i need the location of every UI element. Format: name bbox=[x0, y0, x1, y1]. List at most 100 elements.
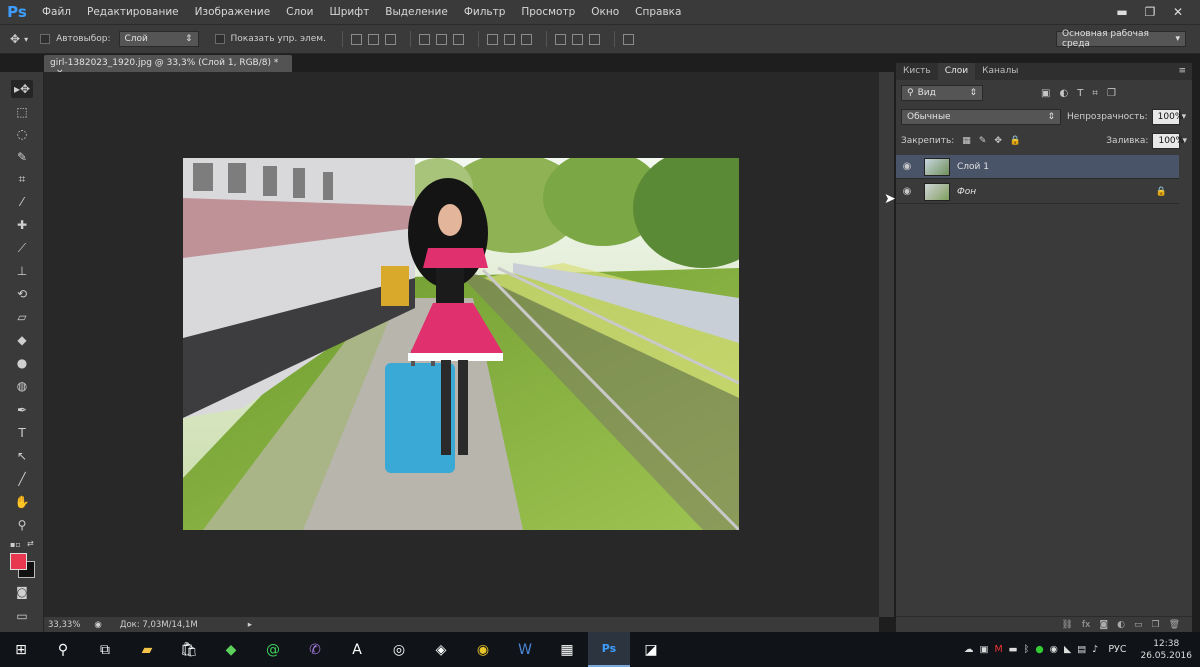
link-icon[interactable]: ⛓ bbox=[1061, 620, 1072, 630]
autoselect-select[interactable]: Слой ⇕ bbox=[118, 31, 199, 47]
network-icon[interactable]: ◣ bbox=[1064, 644, 1071, 655]
move-tool-icon[interactable]: ▸✥ bbox=[11, 80, 33, 98]
workspace-select[interactable]: Основная рабочая среда ▾ bbox=[1056, 29, 1186, 49]
marquee-tool-icon[interactable]: ⬚ bbox=[11, 103, 33, 121]
distribute-vcenter-icon[interactable] bbox=[503, 33, 515, 45]
default-colors-icon[interactable]: ▪▫ bbox=[10, 540, 21, 549]
eyedropper-tool-icon[interactable]: ⁄ bbox=[11, 193, 33, 211]
status-menu-arrow-icon[interactable]: ▸ bbox=[248, 620, 252, 630]
at-mail-icon[interactable]: @ bbox=[252, 632, 294, 667]
volume-icon[interactable]: ♪ bbox=[1092, 644, 1098, 655]
layer-row-layer1[interactable]: ◉ Слой 1 bbox=[896, 155, 1179, 179]
lock-transparent-icon[interactable]: ▦ bbox=[962, 136, 971, 146]
show-controls-checkbox[interactable] bbox=[214, 34, 225, 44]
layer-row-background[interactable]: ◉ Фон 🔒 bbox=[896, 180, 1179, 204]
chrome-icon[interactable]: ◉ bbox=[462, 632, 504, 667]
distribute-hcenter-icon[interactable] bbox=[571, 33, 583, 45]
align-right-icon[interactable] bbox=[452, 33, 464, 45]
quick-select-tool-icon[interactable]: ✎ bbox=[11, 148, 33, 166]
swap-colors-icon[interactable]: ⇄ bbox=[27, 539, 34, 548]
autoselect-checkbox[interactable] bbox=[40, 34, 51, 44]
layer-name[interactable]: Слой 1 bbox=[957, 162, 989, 172]
menu-image[interactable]: Изображение bbox=[187, 0, 279, 24]
hand-tool-icon[interactable]: ✋ bbox=[11, 493, 33, 511]
group-icon[interactable]: ▭ bbox=[1134, 620, 1143, 630]
app-icon-2[interactable]: ◈ bbox=[420, 632, 462, 667]
cloud-icon[interactable]: ☁ bbox=[964, 644, 974, 655]
layer-name[interactable]: Фон bbox=[957, 187, 976, 197]
tab-channels[interactable]: Каналы bbox=[975, 63, 1025, 80]
menu-window[interactable]: Окно bbox=[583, 0, 627, 24]
fill-dropdown-icon[interactable]: ▾ bbox=[1182, 136, 1187, 146]
align-left-icon[interactable] bbox=[418, 33, 430, 45]
distribute-left-icon[interactable] bbox=[554, 33, 566, 45]
vertical-scrollbar[interactable] bbox=[879, 72, 894, 617]
type-filter-icon[interactable]: T bbox=[1077, 88, 1083, 99]
store-icon[interactable]: 🛍 bbox=[168, 632, 210, 667]
app-icon-3[interactable]: ◪ bbox=[630, 632, 672, 667]
dodge-tool-icon[interactable]: ◍ bbox=[11, 377, 33, 395]
canvas-image[interactable] bbox=[183, 158, 739, 530]
pen-tool-icon[interactable]: ✒ bbox=[11, 401, 33, 419]
opacity-dropdown-icon[interactable]: ▾ bbox=[1182, 112, 1187, 122]
task-view-icon[interactable]: ⧉ bbox=[84, 632, 126, 667]
photoshop-icon[interactable]: Ps bbox=[588, 632, 630, 667]
word-icon[interactable]: W bbox=[504, 632, 546, 667]
pixel-filter-icon[interactable]: ▣ bbox=[1041, 88, 1050, 99]
calculator-icon[interactable]: ▦ bbox=[546, 632, 588, 667]
tab-layers[interactable]: Слои bbox=[937, 63, 976, 80]
zoom-level[interactable]: 33,33% bbox=[48, 620, 80, 630]
adjustment-icon[interactable]: ◐ bbox=[1117, 620, 1125, 630]
lock-pixels-icon[interactable]: ✎ bbox=[979, 136, 987, 146]
menu-file[interactable]: Файл bbox=[34, 0, 79, 24]
tray-mail-icon[interactable]: M bbox=[994, 644, 1002, 655]
tray-app-icon-2[interactable]: ▬ bbox=[1009, 644, 1018, 655]
zoom-tool-icon[interactable]: ⚲ bbox=[11, 516, 33, 534]
distribute-top-icon[interactable] bbox=[486, 33, 498, 45]
language-indicator[interactable]: РУС bbox=[1108, 644, 1126, 655]
auto-align-icon[interactable] bbox=[622, 33, 634, 45]
tray-app-icon[interactable]: ▣ bbox=[979, 644, 988, 655]
eraser-tool-icon[interactable]: ▱ bbox=[11, 308, 33, 326]
panel-menu-icon[interactable]: ≡ bbox=[1172, 63, 1192, 80]
opacity-input[interactable]: 100% bbox=[1151, 109, 1183, 125]
new-layer-icon[interactable]: ❐ bbox=[1151, 620, 1159, 630]
trash-icon[interactable]: 🗑 bbox=[1169, 620, 1180, 630]
minimize-button[interactable]: ▬ bbox=[1108, 0, 1136, 24]
fx-icon[interactable]: fx bbox=[1082, 620, 1091, 630]
path-select-tool-icon[interactable]: ↖ bbox=[11, 447, 33, 465]
tab-brush[interactable]: Кисть bbox=[896, 63, 938, 80]
app-icon[interactable]: ◎ bbox=[378, 632, 420, 667]
shape-filter-icon[interactable]: ⌗ bbox=[1092, 88, 1098, 99]
clock[interactable]: 12:38 26.05.2016 bbox=[1140, 638, 1192, 662]
start-icon[interactable]: ⊞ bbox=[0, 632, 42, 667]
align-top-icon[interactable] bbox=[350, 33, 362, 45]
tray-antivirus-icon[interactable]: ◉ bbox=[1050, 644, 1058, 655]
lock-position-icon[interactable]: ✥ bbox=[994, 136, 1002, 146]
mask-icon[interactable]: ◙ bbox=[1099, 620, 1108, 630]
menu-filter[interactable]: Фильтр bbox=[456, 0, 514, 24]
line-tool-icon[interactable]: ╱ bbox=[11, 470, 33, 488]
gem-app-icon[interactable]: ◆ bbox=[210, 632, 252, 667]
menu-help[interactable]: Справка bbox=[627, 0, 689, 24]
align-hcenter-icon[interactable] bbox=[435, 33, 447, 45]
bluetooth-icon[interactable]: ᛒ bbox=[1024, 644, 1030, 655]
menu-type[interactable]: Шрифт bbox=[321, 0, 377, 24]
paint-bucket-tool-icon[interactable]: ◆ bbox=[11, 331, 33, 349]
notification-icon[interactable]: ▤ bbox=[1077, 644, 1086, 655]
layer-filter-select[interactable]: ⚲ Вид ⇕ bbox=[901, 85, 983, 101]
tool-preset-dropdown-icon[interactable]: ▾ bbox=[24, 35, 28, 44]
lock-all-icon[interactable]: 🔒 bbox=[1010, 136, 1021, 146]
visibility-eye-icon[interactable]: ◉ bbox=[896, 161, 918, 172]
clone-stamp-tool-icon[interactable]: ⊥ bbox=[11, 262, 33, 280]
status-info-icon[interactable]: ◉ bbox=[94, 620, 101, 630]
menu-select[interactable]: Выделение bbox=[377, 0, 456, 24]
blur-tool-icon[interactable]: ● bbox=[11, 354, 33, 372]
menu-edit[interactable]: Редактирование bbox=[79, 0, 187, 24]
align-vcenter-icon[interactable] bbox=[367, 33, 379, 45]
visibility-eye-icon[interactable]: ◉ bbox=[896, 186, 918, 197]
move-tool-icon[interactable]: ✥ bbox=[10, 32, 20, 46]
close-button[interactable]: ✕ bbox=[1164, 0, 1192, 24]
menu-view[interactable]: Просмотр bbox=[513, 0, 583, 24]
restore-button[interactable]: ❐ bbox=[1136, 0, 1164, 24]
